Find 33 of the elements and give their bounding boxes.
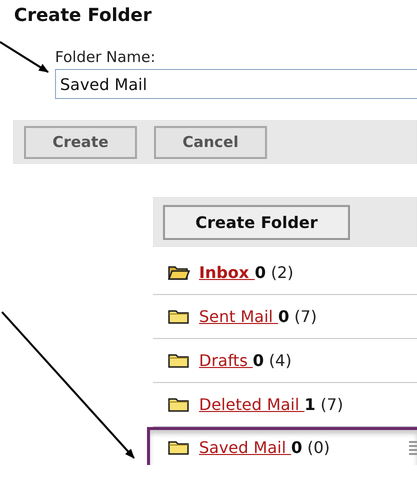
folder-row[interactable]: Drafts 0 (4) bbox=[153, 339, 417, 383]
unread-count: 1 bbox=[304, 395, 316, 414]
folder-link[interactable]: Inbox bbox=[199, 263, 255, 282]
pointer-arrow bbox=[0, 41, 49, 73]
dialog-button[interactable]: Create bbox=[24, 126, 137, 158]
field-label: Folder Name: bbox=[55, 48, 156, 66]
folder-link[interactable]: Drafts bbox=[199, 351, 253, 370]
grip-icon[interactable] bbox=[409, 440, 417, 454]
folder-icon bbox=[168, 396, 190, 413]
folder-icon bbox=[168, 439, 190, 456]
unread-count: 0 bbox=[291, 438, 302, 457]
total-count: (7) bbox=[294, 307, 317, 326]
folder-row[interactable]: Deleted Mail 1 (7) bbox=[153, 383, 417, 427]
folder-row[interactable]: Sent Mail 0 (7) bbox=[153, 295, 417, 339]
folder-row[interactable]: Inbox 0 (2) bbox=[153, 251, 417, 295]
dialog-title: Create Folder bbox=[13, 4, 153, 28]
unread-count: 0 bbox=[252, 351, 264, 370]
folder-link[interactable]: Saved Mail bbox=[199, 438, 292, 457]
dialog-button[interactable]: Cancel bbox=[154, 126, 267, 158]
folder-link[interactable]: Sent Mail bbox=[199, 307, 278, 326]
total-count: (4) bbox=[268, 351, 292, 370]
folder-icon bbox=[168, 352, 190, 369]
create-folder-button[interactable]: Create Folder bbox=[163, 204, 350, 240]
folder-name-field[interactable]: Saved Mail bbox=[55, 69, 417, 99]
highlighted-folder-row[interactable]: Saved Mail 0 (0) bbox=[147, 427, 417, 465]
folder-icon bbox=[168, 308, 190, 325]
total-count: (0) bbox=[307, 438, 330, 457]
total-count: (7) bbox=[320, 395, 344, 414]
unread-count: 0 bbox=[254, 263, 266, 282]
folder-link[interactable]: Deleted Mail bbox=[199, 395, 304, 414]
unread-count: 0 bbox=[278, 307, 290, 326]
open-folder-icon bbox=[168, 264, 190, 281]
total-count: (2) bbox=[270, 263, 294, 282]
